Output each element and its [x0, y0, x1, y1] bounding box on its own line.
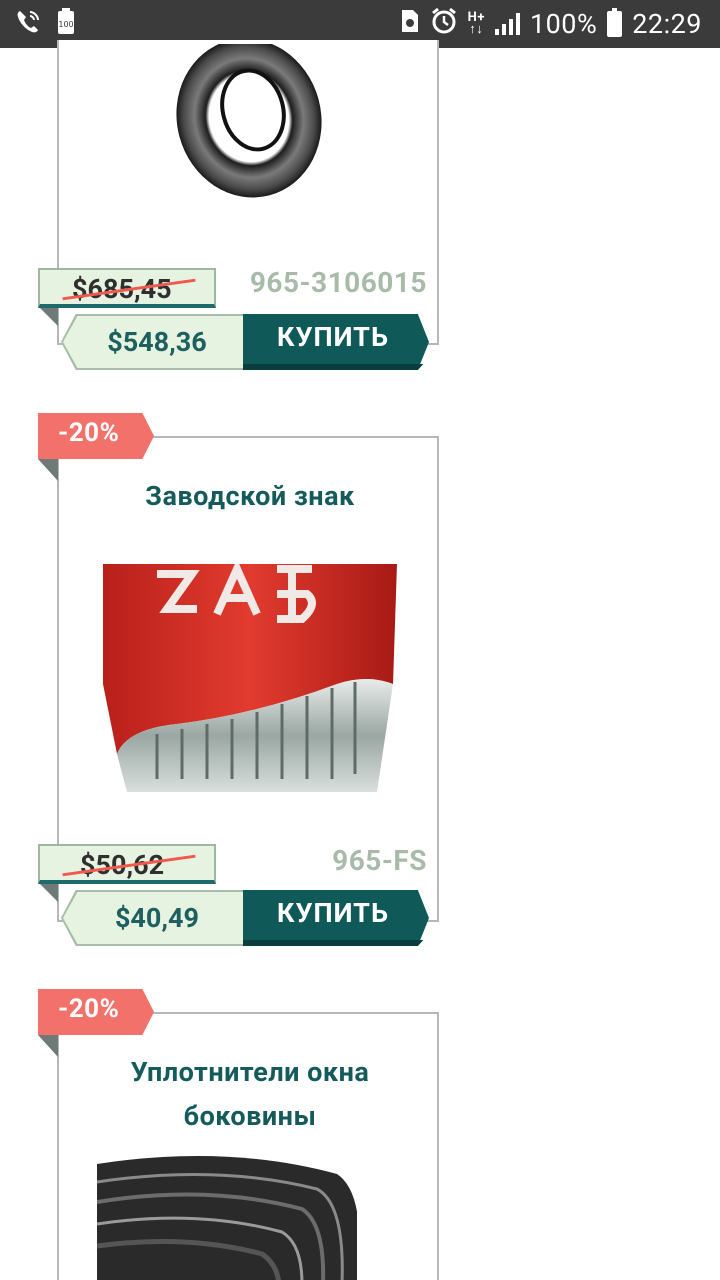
price-buy-row: $40,49 КУПИТЬ	[61, 890, 429, 946]
new-price: $40,49	[114, 902, 200, 934]
old-price-fold	[38, 306, 58, 326]
battery-icon	[607, 8, 623, 37]
product-image[interactable]	[97, 1154, 357, 1280]
product-image[interactable]	[169, 44, 329, 204]
alarm-icon	[430, 7, 458, 42]
product-sku: 965-FS	[332, 844, 427, 877]
tire-icon	[176, 44, 322, 198]
price-buy-row: $548,36 КУПИТЬ	[61, 314, 429, 370]
window-seal-icon	[97, 1154, 357, 1280]
clock: 22:29	[632, 8, 702, 40]
new-price: $548,36	[107, 326, 207, 358]
product-title-line2[interactable]: боковины	[59, 1094, 441, 1138]
battery-saver-icon: 100	[56, 8, 76, 40]
badge-fold	[38, 459, 58, 481]
buy-button-label[interactable]: КУПИТЬ	[243, 314, 423, 366]
battery-percent: 100%	[529, 8, 598, 40]
buy-button-label[interactable]: КУПИТЬ	[243, 890, 423, 942]
badge-text: -20%	[58, 418, 120, 448]
factory-badge-icon	[97, 564, 401, 792]
signal-icon	[494, 13, 520, 35]
old-price: $50,62	[38, 844, 216, 884]
old-price-fold	[38, 882, 58, 902]
discount-badge: -20%	[38, 413, 154, 481]
svg-text:100: 100	[58, 20, 73, 29]
product-card[interactable]: Уплотнители окна боковины	[57, 1012, 439, 1280]
old-price: $685,45	[38, 268, 216, 308]
product-title[interactable]: Уплотнители окна	[59, 1050, 441, 1094]
network-type-icon: H+ ↑↓	[467, 10, 485, 37]
badge-fold	[38, 1035, 58, 1057]
product-title[interactable]: Заводской знак	[59, 474, 441, 518]
wifi-calling-icon	[14, 8, 42, 40]
badge-text: -20%	[58, 994, 120, 1024]
discount-badge: -20%	[38, 989, 154, 1057]
sim-icon	[400, 8, 420, 41]
product-image[interactable]	[97, 564, 401, 792]
product-sku: 965-3106015	[249, 266, 427, 299]
